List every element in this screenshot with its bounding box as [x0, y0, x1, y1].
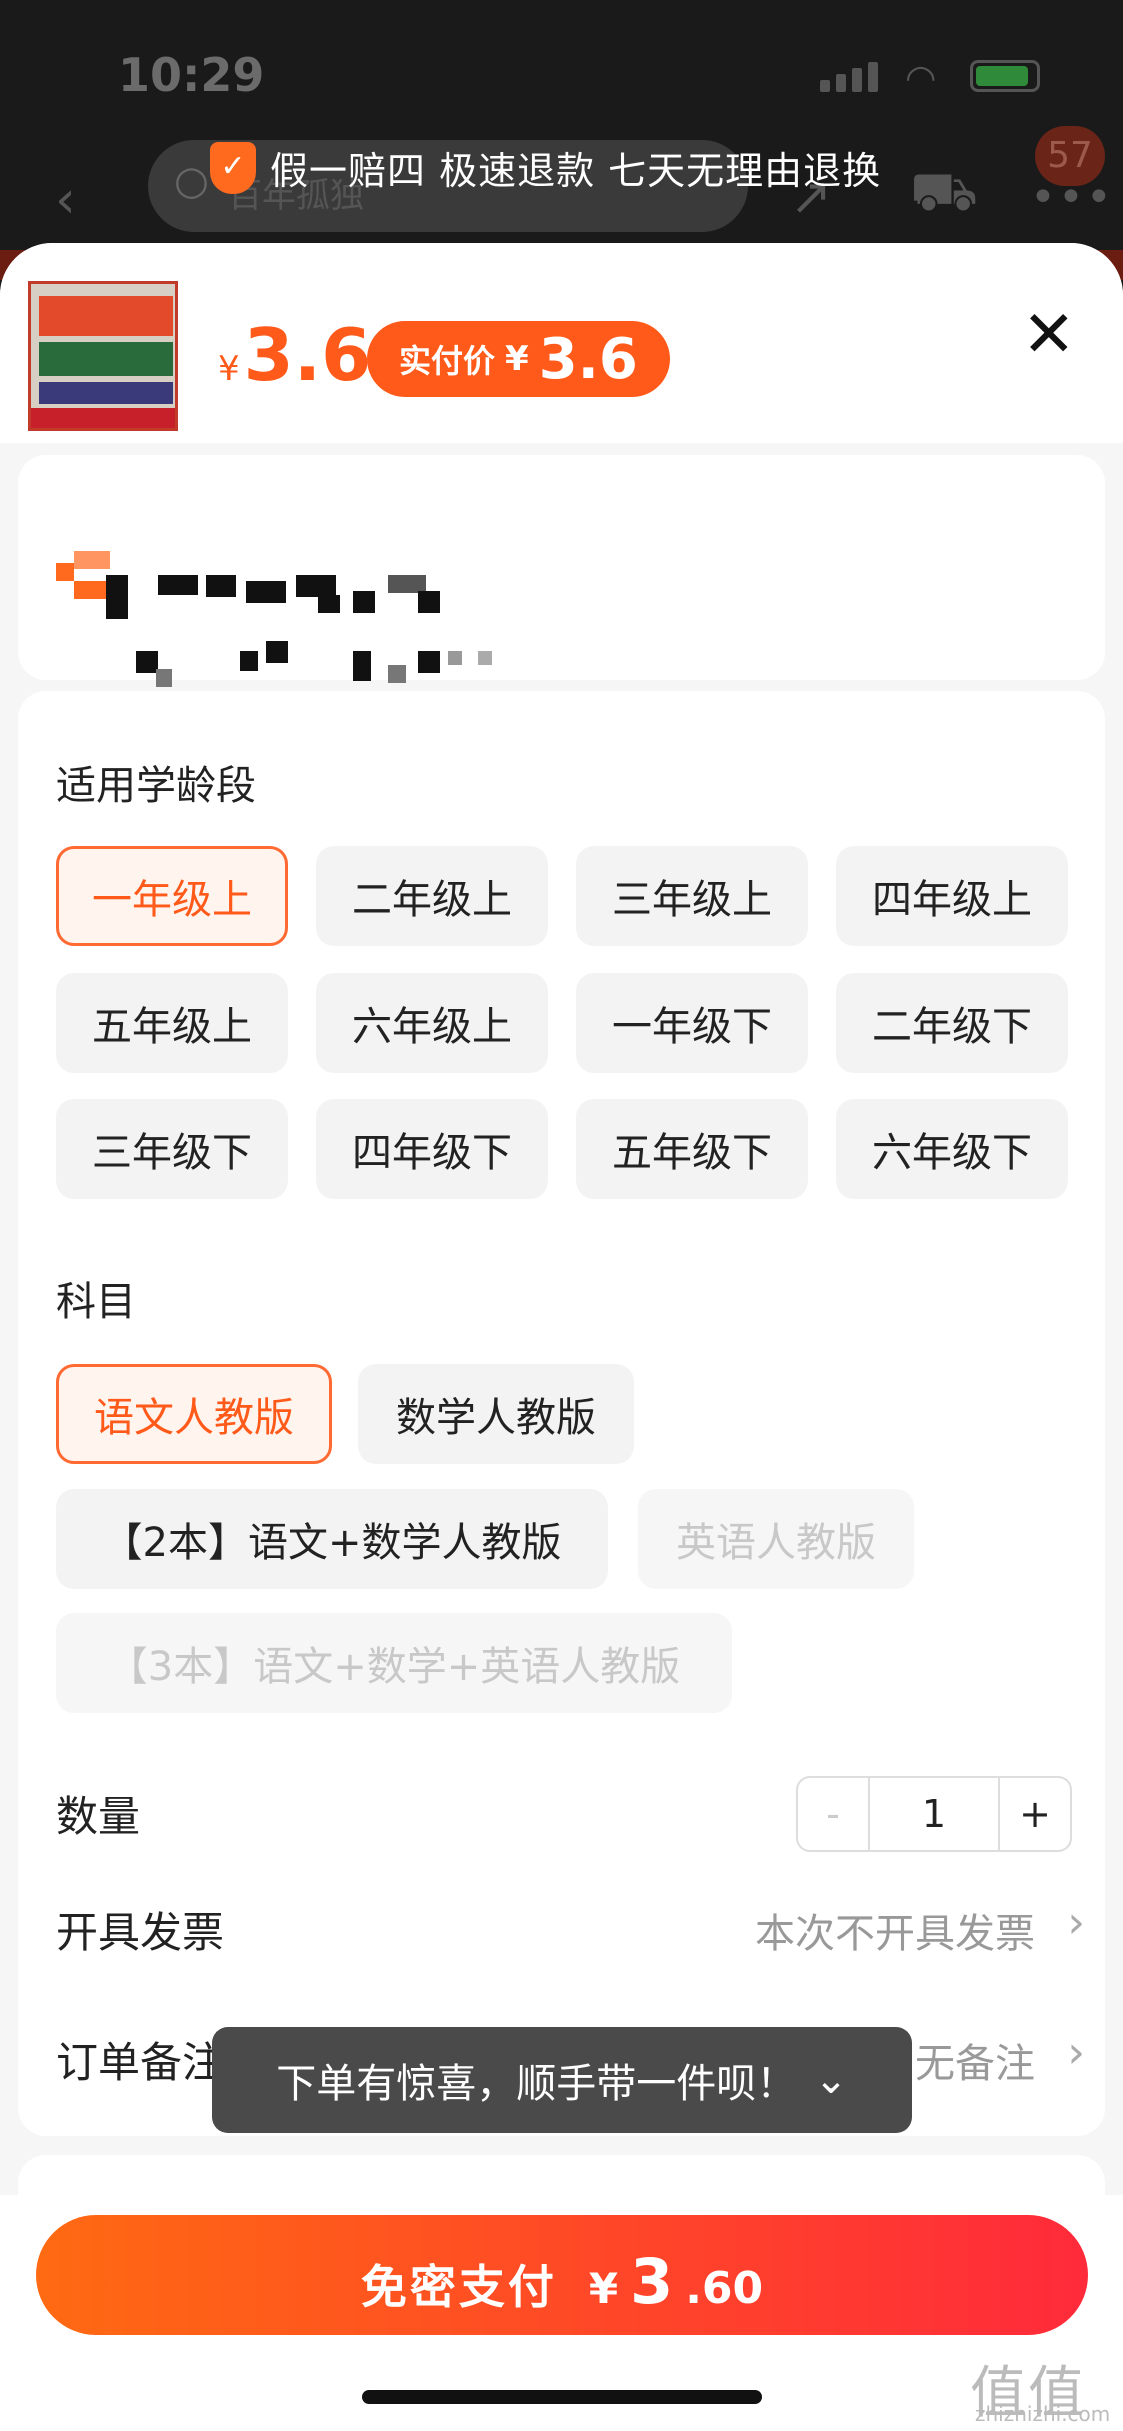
battery-icon [970, 60, 1040, 92]
grade-option[interactable]: 五年级下 [576, 1099, 808, 1199]
grade-option[interactable]: 二年级下 [836, 973, 1068, 1073]
grade-section-title: 适用学龄段 [56, 763, 256, 809]
quantity-value[interactable]: 1 [870, 1778, 998, 1850]
grade-option[interactable]: 二年级上 [316, 846, 548, 946]
quantity-decrement-button[interactable]: - [798, 1778, 870, 1850]
wifi-icon: ◠ [905, 58, 937, 99]
cart-icon[interactable]: ⛟ [910, 160, 978, 230]
subject-option[interactable]: 语文人教版 [56, 1364, 332, 1464]
quantity-increment-button[interactable]: + [998, 1778, 1070, 1850]
shield-check-icon: ✓ [210, 141, 256, 194]
invoice-label: 开具发票 [56, 1908, 225, 1957]
subject-option[interactable]: 【2本】语文+数学人教版 [56, 1489, 608, 1589]
grade-option[interactable]: 一年级上 [56, 846, 288, 946]
close-icon[interactable]: ✕ [1022, 303, 1076, 367]
price-currency: ¥ [218, 349, 240, 389]
guarantee-banner: ✓ 假一赔四 极速退款 七天无理由退换 [210, 140, 881, 195]
promo-toast-text: 下单有惊喜，顺手带一件呗！ [276, 2061, 797, 2107]
guarantee-text: 假一赔四 极速退款 七天无理由退换 [270, 149, 882, 193]
subject-section-title: 科目 [56, 1279, 136, 1325]
invoice-value[interactable]: 本次不开具发票 [755, 1901, 1035, 1959]
quantity-stepper[interactable]: - 1 + [796, 1776, 1072, 1852]
quantity-label: 数量 [56, 1792, 141, 1841]
actual-price-label: 实付价 [399, 342, 496, 380]
product-thumbnail[interactable] [28, 281, 178, 431]
cart-badge: 57 [1035, 126, 1105, 186]
options-card: 适用学龄段 一年级上 二年级上 三年级上 四年级上 五年级上 六年级上 一年级下… [18, 691, 1105, 2136]
chevron-right-icon[interactable]: › [1067, 1897, 1085, 1948]
grade-option[interactable]: 四年级下 [316, 1099, 548, 1199]
grade-option[interactable]: 六年级上 [316, 973, 548, 1073]
grade-option[interactable]: 四年级上 [836, 846, 1068, 946]
subject-option-disabled: 【3本】语文+数学+英语人教版 [56, 1613, 732, 1713]
chevron-right-icon[interactable]: › [1067, 2027, 1085, 2078]
location-icon [56, 551, 110, 599]
price-amount: 3.6 [243, 313, 372, 397]
pay-button[interactable]: 免密支付 ¥ 3.60 [36, 2215, 1088, 2335]
order-note-value[interactable]: 无备注 [915, 2031, 1035, 2089]
grade-option[interactable]: 三年级上 [576, 846, 808, 946]
order-note-label: 订单备注 [56, 2038, 225, 2087]
chevron-double-down-icon: ⌄ [814, 2057, 848, 2103]
grade-option[interactable]: 一年级下 [576, 973, 808, 1073]
home-indicator [362, 2390, 762, 2404]
address-card[interactable] [18, 455, 1105, 687]
pay-button-label: 免密支付 [360, 2260, 557, 2314]
actual-price-currency: ¥ [505, 339, 529, 379]
grade-option[interactable]: 六年级下 [836, 1099, 1068, 1199]
grade-option[interactable]: 三年级下 [56, 1099, 288, 1199]
product-price: ¥ 3.6 [218, 313, 371, 397]
watermark-url: zhizhizhi.com [975, 2402, 1111, 2426]
actual-price-amount: 3.6 [538, 326, 638, 392]
grade-option[interactable]: 五年级上 [56, 973, 288, 1073]
search-icon: ○ [174, 158, 209, 204]
back-icon[interactable]: ‹ [55, 170, 76, 230]
pay-button-currency: ¥ [588, 2264, 619, 2313]
signal-icon [820, 62, 878, 92]
subject-option[interactable]: 数学人教版 [358, 1364, 634, 1464]
status-time: 10:29 [118, 48, 265, 102]
pay-button-amount-int: 3 [630, 2245, 674, 2318]
promo-toast[interactable]: 下单有惊喜，顺手带一件呗！ ⌄ [212, 2027, 912, 2133]
subject-option-disabled: 英语人教版 [638, 1489, 914, 1589]
pay-button-amount-dec: .60 [685, 2263, 764, 2314]
actual-price-badge: 实付价 ¥ 3.6 [367, 321, 670, 397]
